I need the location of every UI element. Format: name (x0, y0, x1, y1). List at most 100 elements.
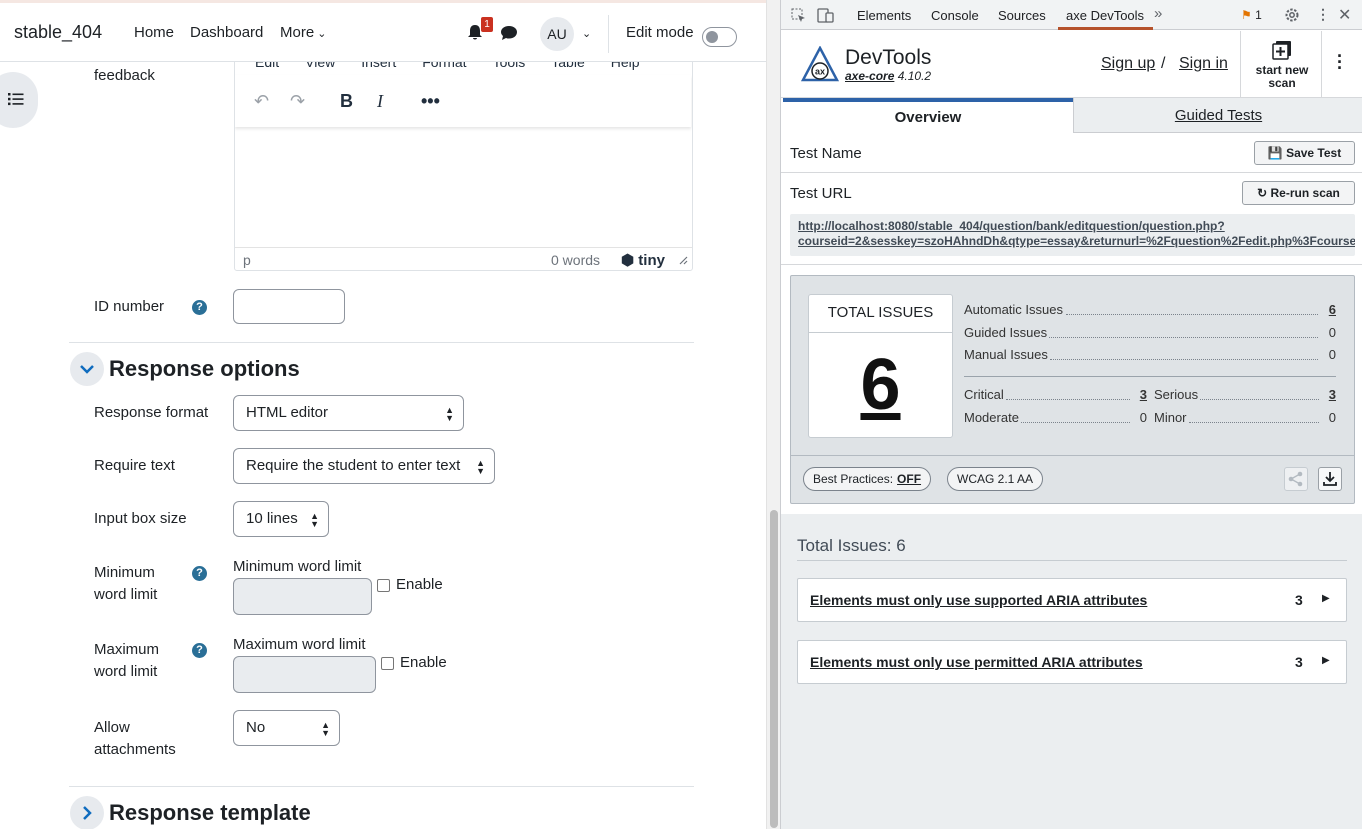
nav-more[interactable]: More ⌄ (280, 24, 326, 41)
inspect-element-icon[interactable] (791, 8, 806, 23)
more-icon[interactable]: ••• (421, 91, 440, 112)
tab-console[interactable]: Console (931, 8, 979, 23)
max-word-enable-label[interactable]: Enable (400, 654, 447, 671)
export-button[interactable] (1318, 467, 1342, 491)
save-test-button[interactable]: 💾 Save Test (1254, 141, 1355, 165)
max-word-field-label: Maximum word limit (233, 636, 366, 653)
collapse-response-options-button[interactable] (70, 352, 104, 386)
editor-path[interactable]: p (243, 252, 251, 268)
feedback-editor[interactable]: Edit View Insert Format Tools Table Help ↶ ↷ B… (234, 50, 693, 271)
best-practices-toggle[interactable]: Best Practices: OFF (803, 467, 932, 491)
moderate-label: Moderate (964, 410, 1021, 425)
help-icon[interactable]: ? (192, 566, 207, 581)
select-arrows-icon: ▲ ▼ (476, 458, 485, 476)
tab-axe-devtools[interactable]: axe DevTools (1066, 8, 1144, 23)
auth-separator: / (1161, 55, 1166, 72)
input-box-size-select[interactable]: 10 lines ▲ ▼ (233, 501, 329, 537)
critical-count[interactable]: 3 (1140, 387, 1147, 402)
results-total-heading: Total Issues: 6 (797, 536, 906, 555)
messages-icon[interactable] (500, 25, 518, 41)
max-word-enable-checkbox[interactable] (381, 657, 394, 670)
require-text-value: Require the student to enter text (246, 457, 461, 474)
leader-dots (1050, 359, 1318, 360)
automatic-issues-label: Automatic Issues (964, 302, 1065, 317)
total-issues-count[interactable]: 6 (809, 344, 952, 426)
allow-attachments-value: No (246, 719, 266, 736)
scrollbar-thumb[interactable] (770, 510, 778, 828)
caret-right-icon[interactable]: ▶ (1322, 593, 1330, 604)
start-new-scan-button[interactable]: start new scan (1240, 31, 1322, 98)
serious-label: Serious (1154, 387, 1201, 402)
site-name[interactable]: stable_404 (14, 22, 102, 43)
share-button[interactable] (1284, 467, 1308, 491)
manual-issues-row: Manual Issues 0 (964, 347, 1336, 365)
allow-attachments-select[interactable]: No ▲ ▼ (233, 710, 340, 746)
require-text-select[interactable]: Require the student to enter text ▲ ▼ (233, 448, 495, 484)
max-word-input[interactable] (233, 656, 376, 693)
close-icon[interactable]: ✕ (1338, 5, 1351, 25)
issue-group[interactable]: Elements must only use permitted ARIA at… (797, 640, 1347, 684)
navbar-divider (608, 15, 609, 53)
tab-guided-tests[interactable]: Guided Tests (1073, 98, 1362, 133)
critical-row: Critical 3 (964, 387, 1147, 405)
redo-icon[interactable]: ↷ (290, 91, 305, 112)
input-box-size-label: Input box size (94, 510, 187, 527)
expand-response-template-button[interactable] (70, 796, 104, 829)
undo-icon[interactable]: ↶ (254, 91, 269, 112)
chevron-down-icon[interactable]: ⌄ (582, 27, 591, 40)
test-url-link[interactable]: http://localhost:8080/stable_404/questio… (790, 214, 1355, 256)
kebab-menu-icon[interactable]: ⋮ (1316, 6, 1330, 23)
save-icon: 💾 (1267, 146, 1283, 160)
sign-up-link[interactable]: Sign up (1101, 55, 1155, 73)
device-toolbar-icon[interactable] (817, 8, 834, 23)
min-word-enable-checkbox[interactable] (377, 579, 390, 592)
help-icon[interactable]: ? (192, 300, 207, 315)
response-options-heading: Response options (109, 356, 300, 381)
minor-label: Minor (1154, 410, 1189, 425)
wcag-level-button[interactable]: WCAG 2.1 AA (947, 467, 1044, 491)
tiny-logo[interactable]: ⬢ tiny (621, 251, 665, 269)
tab-sources[interactable]: Sources (998, 8, 1046, 23)
issue-title[interactable]: Elements must only use permitted ARIA at… (810, 654, 1143, 670)
axe-core-link[interactable]: axe-core (845, 69, 894, 83)
rerun-scan-button[interactable]: ↻ Re-run scan (1242, 181, 1355, 205)
gear-icon[interactable] (1284, 7, 1300, 23)
issue-count: 3 (1295, 654, 1303, 670)
serious-count[interactable]: 3 (1329, 387, 1336, 402)
min-word-enable-label[interactable]: Enable (396, 576, 443, 593)
resize-handle-icon[interactable] (679, 256, 688, 265)
word-count[interactable]: 0 words (551, 252, 600, 268)
caret-right-icon[interactable]: ▶ (1322, 655, 1330, 666)
issue-group[interactable]: Elements must only use supported ARIA at… (797, 578, 1347, 622)
more-tabs-icon[interactable]: » (1154, 5, 1162, 22)
axe-tabs: Overview Guided Tests (781, 98, 1362, 133)
nav-home[interactable]: Home (134, 24, 174, 41)
axe-menu-icon[interactable]: · · · (1337, 47, 1343, 77)
chevron-down-icon: ⌄ (317, 28, 327, 40)
min-word-input[interactable] (233, 578, 372, 615)
open-course-index-button[interactable] (0, 72, 38, 128)
require-text-label: Require text (94, 457, 175, 474)
leader-dots (1021, 422, 1130, 423)
issue-count: 3 (1295, 592, 1303, 608)
issues-counter[interactable]: ⚑ 1 (1241, 8, 1262, 22)
bold-icon[interactable]: B (340, 91, 353, 112)
italic-icon[interactable]: I (377, 91, 383, 112)
nav-dashboard[interactable]: Dashboard (190, 24, 263, 41)
help-icon[interactable]: ? (192, 643, 207, 658)
attachments-label-line1: Allow (94, 719, 130, 736)
issue-title[interactable]: Elements must only use supported ARIA at… (810, 592, 1147, 608)
page-scrollbar[interactable] (766, 0, 780, 829)
response-format-select[interactable]: HTML editor ▲ ▼ (233, 395, 464, 431)
id-number-input[interactable] (233, 289, 345, 324)
tab-elements[interactable]: Elements (857, 8, 911, 23)
tab-overview[interactable]: Overview (783, 98, 1073, 133)
edit-mode-toggle[interactable] (702, 27, 737, 47)
sign-in-link[interactable]: Sign in (1179, 55, 1228, 73)
test-name-label: Test Name (790, 145, 862, 162)
id-number-label: ID number (94, 298, 165, 315)
row-divider (781, 264, 1362, 265)
automatic-issues-count[interactable]: 6 (1329, 302, 1336, 317)
guided-issues-row: Guided Issues 0 (964, 325, 1336, 343)
user-avatar[interactable]: AU (540, 17, 574, 51)
